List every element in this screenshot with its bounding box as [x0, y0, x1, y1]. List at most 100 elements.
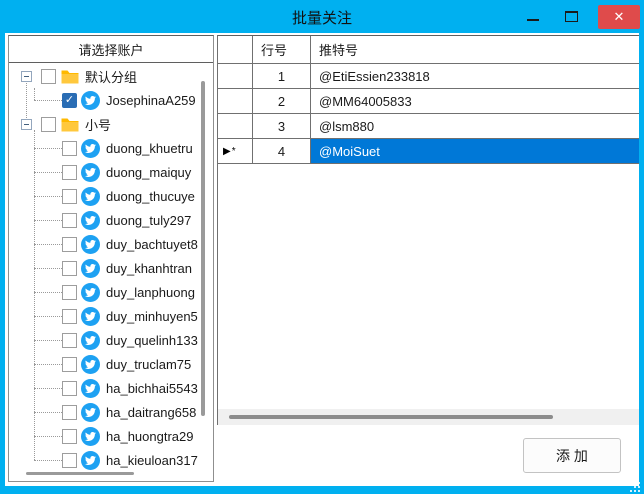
- twitter-icon: [81, 283, 100, 302]
- tree-group-row[interactable]: 小号: [9, 112, 213, 136]
- tree-connector: [34, 340, 62, 341]
- account-checkbox[interactable]: [62, 93, 77, 108]
- grid-body: 1@EtiEssien2338182@MM640058333@lsm880▶*4…: [218, 64, 639, 164]
- account-checkbox[interactable]: [62, 213, 77, 228]
- tree-account-row[interactable]: ha_huongtra29: [9, 424, 213, 448]
- account-checkbox[interactable]: [62, 261, 77, 276]
- account-label: duy_truclam75: [106, 357, 191, 372]
- account-checkbox[interactable]: [62, 357, 77, 372]
- folder-icon: [61, 69, 79, 84]
- account-tree[interactable]: 默认分组JosephinaA259 小号 duong_khuetruduong_ma…: [9, 64, 213, 481]
- window-content: 请选择账户 默认分组JosephinaA259小号duong_khuetrudu…: [5, 33, 639, 486]
- twitter-icon: [81, 139, 100, 158]
- account-label: duong_tuly297: [106, 213, 191, 228]
- tree-connector: [34, 172, 62, 173]
- account-checkbox[interactable]: [62, 453, 77, 468]
- account-checkbox[interactable]: [62, 141, 77, 156]
- account-label: duy_bachtuyet8: [106, 237, 198, 252]
- account-checkbox[interactable]: [62, 285, 77, 300]
- table-row[interactable]: 2@MM64005833: [218, 89, 639, 114]
- account-label: duy_minhuyen5: [106, 309, 198, 324]
- tree-account-row[interactable]: duy_truclam75: [9, 352, 213, 376]
- handle-cell[interactable]: @MM64005833: [311, 89, 639, 113]
- group-checkbox[interactable]: [41, 117, 56, 132]
- tree-connector: [34, 364, 62, 365]
- handle-cell[interactable]: @EtiEssien233818: [311, 64, 639, 88]
- account-checkbox[interactable]: [62, 333, 77, 348]
- tree-account-row[interactable]: duy_bachtuyet8: [9, 232, 213, 256]
- maximize-button[interactable]: [556, 0, 586, 33]
- account-label: 小号: [85, 115, 111, 134]
- expand-toggle-icon[interactable]: [21, 119, 32, 130]
- grid-header-line-no[interactable]: 行号: [253, 36, 311, 63]
- close-button[interactable]: ✕: [598, 5, 640, 29]
- tree-vertical-scrollbar[interactable]: [201, 81, 205, 416]
- grid-scrollbar-thumb[interactable]: [229, 415, 553, 419]
- account-checkbox[interactable]: [62, 309, 77, 324]
- tree-account-row[interactable]: duy_khanhtran: [9, 256, 213, 280]
- tree-horizontal-scrollbar[interactable]: [26, 472, 134, 475]
- twitter-icon: [81, 91, 100, 110]
- tree-account-row[interactable]: duy_lanphuong: [9, 280, 213, 304]
- table-row[interactable]: 3@lsm880: [218, 114, 639, 139]
- handle-cell[interactable]: @MoiSuet: [311, 139, 639, 163]
- twitter-icon: [81, 211, 100, 230]
- account-checkbox[interactable]: [62, 165, 77, 180]
- grid-header-selector[interactable]: [218, 36, 253, 63]
- tree-account-row[interactable]: duy_minhuyen5: [9, 304, 213, 328]
- tree-account-row[interactable]: duong_thucuye: [9, 184, 213, 208]
- account-label: ha_bichhai5543: [106, 381, 198, 396]
- table-row[interactable]: ▶*4@MoiSuet: [218, 139, 639, 164]
- tree-connector: [34, 292, 62, 293]
- maximize-icon: [565, 11, 578, 22]
- line-no-cell[interactable]: 1: [253, 64, 311, 88]
- twitter-icon: [81, 235, 100, 254]
- account-label: duy_lanphuong: [106, 285, 195, 300]
- table-row[interactable]: 1@EtiEssien233818: [218, 64, 639, 89]
- twitter-icon: [81, 451, 100, 470]
- tree-account-row[interactable]: ha_kieuloan317: [9, 448, 213, 472]
- row-selector-cell[interactable]: [218, 89, 253, 113]
- account-checkbox[interactable]: [62, 429, 77, 444]
- twitter-icon: [81, 307, 100, 326]
- minimize-button[interactable]: [518, 0, 548, 33]
- account-checkbox[interactable]: [62, 237, 77, 252]
- tree-account-row[interactable]: duong_maiquy: [9, 160, 213, 184]
- tree-connector: [34, 388, 62, 389]
- row-selector-cell[interactable]: [218, 114, 253, 138]
- grid-horizontal-scrollbar[interactable]: [218, 409, 639, 425]
- account-checkbox[interactable]: [62, 405, 77, 420]
- account-checkbox[interactable]: [62, 189, 77, 204]
- tree-connector: [34, 460, 62, 461]
- account-label: ha_kieuloan317: [106, 453, 198, 468]
- group-checkbox[interactable]: [41, 69, 56, 84]
- tree-account-row[interactable]: ha_bichhai5543: [9, 376, 213, 400]
- tree-group-row[interactable]: 默认分组: [9, 64, 213, 88]
- account-label: duong_thucuye: [106, 189, 195, 204]
- row-selector-cell[interactable]: ▶*: [218, 139, 253, 163]
- tree-connector: [34, 220, 62, 221]
- tree-account-row[interactable]: duy_quelinh133: [9, 328, 213, 352]
- grid-header-handle[interactable]: 推特号: [311, 36, 639, 63]
- tree-account-row[interactable]: duong_khuetru: [9, 136, 213, 160]
- account-checkbox[interactable]: [62, 381, 77, 396]
- handle-cell[interactable]: @lsm880: [311, 114, 639, 138]
- tree-connector-line: [34, 88, 35, 100]
- minimize-icon: [527, 19, 539, 21]
- title-bar[interactable]: 批量关注 ✕: [0, 0, 644, 33]
- tree-connector: [34, 196, 62, 197]
- twitter-icon: [81, 163, 100, 182]
- tree-connector: [34, 268, 62, 269]
- line-no-cell[interactable]: 3: [253, 114, 311, 138]
- tree-account-row[interactable]: JosephinaA259: [9, 88, 213, 112]
- tree-connector-line: [26, 76, 27, 124]
- tree-account-row[interactable]: ha_daitrang658: [9, 400, 213, 424]
- line-no-cell[interactable]: 4: [253, 139, 311, 163]
- line-no-cell[interactable]: 2: [253, 89, 311, 113]
- app-window: 批量关注 ✕ 请选择账户 默认分组JosephinaA259小号duong_kh…: [0, 0, 644, 494]
- expand-toggle-icon[interactable]: [21, 71, 32, 82]
- tree-connector: [34, 100, 62, 101]
- row-selector-cell[interactable]: [218, 64, 253, 88]
- tree-account-row[interactable]: duong_tuly297: [9, 208, 213, 232]
- add-button[interactable]: 添 加: [523, 438, 621, 473]
